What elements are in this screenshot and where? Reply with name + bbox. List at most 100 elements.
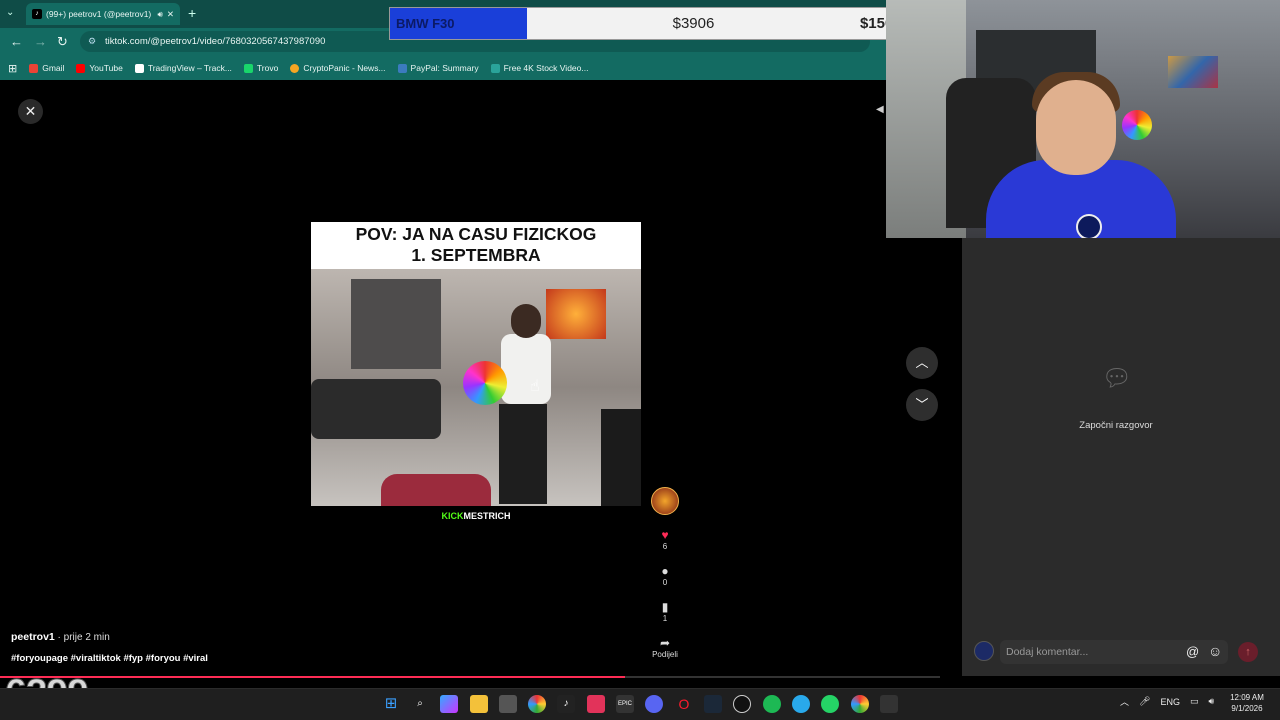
- heart-icon: ♥: [661, 528, 669, 542]
- hand-cursor-icon: ☝: [530, 378, 540, 395]
- whatsapp-icon[interactable]: [821, 695, 839, 713]
- settings-app-icon[interactable]: [880, 695, 898, 713]
- author-name[interactable]: peetrov1: [11, 631, 55, 643]
- comment-button[interactable]: ● 0: [650, 564, 680, 587]
- network-icon[interactable]: ▭: [1190, 696, 1199, 707]
- scene-cushion: [381, 474, 491, 506]
- apps-grid-icon[interactable]: ⊞: [8, 62, 17, 75]
- like-button[interactable]: ♥ 6: [650, 528, 680, 551]
- post-time: · prije 2 min: [54, 632, 110, 643]
- telegram-icon[interactable]: [792, 695, 810, 713]
- tradingview-icon: [134, 63, 144, 73]
- previous-video-button[interactable]: ︿: [906, 347, 938, 379]
- url-text: tiktok.com/@peetrov1/video/7680320567437…: [105, 36, 326, 47]
- bookmarks-bar: ⊞ Gmail YouTube TradingView – Track... T…: [0, 56, 886, 80]
- epic-games-icon[interactable]: EPIC: [616, 695, 634, 713]
- video-progress-fill: [0, 676, 626, 678]
- spotify-icon[interactable]: [763, 695, 781, 713]
- site-info-icon[interactable]: ⚙: [88, 31, 96, 52]
- comments-panel: [962, 238, 1280, 676]
- forward-icon[interactable]: →: [34, 34, 47, 49]
- tiktok-favicon-icon: ♪: [32, 9, 42, 19]
- comment-count: 0: [662, 578, 668, 587]
- scene-person-head: [511, 304, 541, 338]
- mic-icon[interactable]: 🎤︎: [1139, 696, 1150, 707]
- scene-chair: [601, 409, 641, 506]
- close-video-button[interactable]: ✕: [18, 99, 43, 124]
- bookmark-paypal[interactable]: PayPal: Summary: [397, 63, 479, 73]
- share-button[interactable]: ➦ Podijeli: [650, 636, 680, 659]
- emoji-icon[interactable]: ☺: [1208, 643, 1222, 659]
- opera-icon[interactable]: O: [675, 695, 693, 713]
- steam-icon[interactable]: [704, 695, 722, 713]
- share-label: Podijeli: [652, 650, 678, 659]
- windows-start-icon[interactable]: ⊞: [382, 695, 400, 713]
- bookmark-icon: ▮: [661, 600, 669, 614]
- tab-close-icon[interactable]: ✕: [167, 9, 174, 20]
- copilot-icon[interactable]: [440, 695, 458, 713]
- gmail-icon: [29, 63, 39, 73]
- post-hashtags[interactable]: #foryoupage #viraltiktok #fyp #foryou #v…: [11, 653, 208, 664]
- system-tray: ︿ 🎤︎ ENG ▭ 🔊︎: [1120, 695, 1214, 708]
- scene-sofa: [311, 379, 441, 439]
- obs-icon[interactable]: [733, 695, 751, 713]
- browser-tab[interactable]: ♪ (99+) peetrov1 (@peetrov1) 🔊︎ ✕: [26, 3, 180, 25]
- chrome-icon[interactable]: [528, 695, 546, 713]
- my-avatar: [974, 641, 994, 661]
- goal-current-amount: $3906: [672, 15, 715, 32]
- language-indicator[interactable]: ENG: [1160, 697, 1180, 707]
- system-clock[interactable]: 12:09 AM 9/1/2026: [1222, 692, 1272, 714]
- empty-comments-text: Započni razgovor: [1079, 420, 1153, 431]
- back-icon[interactable]: ←: [10, 34, 23, 49]
- psg-logo-icon: [1076, 214, 1102, 238]
- caption-line-2: 1. SEPTEMBRA: [411, 245, 541, 265]
- trovo-icon: [243, 63, 253, 73]
- scene-fireplace-tv: [546, 289, 606, 339]
- bookmark-youtube[interactable]: YouTube: [76, 63, 123, 73]
- app-red-icon[interactable]: [587, 695, 605, 713]
- bookmark-cryptopanic[interactable]: CryptoPanic - News...: [290, 63, 386, 73]
- scene-person-legs: [499, 404, 547, 504]
- scene-person-torso: [501, 334, 551, 404]
- save-button[interactable]: ▮ 1: [650, 600, 680, 623]
- save-count: 1: [662, 614, 668, 623]
- paypal-icon: [397, 63, 407, 73]
- cryptopanic-icon: [290, 63, 300, 73]
- speaker-icon[interactable]: 🔊︎: [1208, 696, 1214, 707]
- tab-audio-icon[interactable]: 🔊︎: [158, 9, 163, 20]
- kick-watermark: KICKMESTRICH: [441, 511, 511, 521]
- like-count: 6: [662, 542, 668, 551]
- tray-overflow-icon[interactable]: ︿: [1120, 695, 1129, 708]
- reload-icon[interactable]: ↻: [57, 34, 68, 50]
- chrome-active-icon[interactable]: [851, 695, 869, 713]
- cam-prize-wheel: [1122, 110, 1152, 140]
- bookmark-tradingview[interactable]: TradingView – Track...: [134, 63, 232, 73]
- volume-icon[interactable]: ◀: [876, 104, 886, 118]
- new-tab-button[interactable]: +: [188, 5, 196, 21]
- creator-avatar[interactable]: [651, 487, 679, 515]
- bookmark-stock-video[interactable]: Free 4K Stock Video...: [490, 63, 588, 73]
- video-player[interactable]: POV: JA NA CASU FIZICKOG 1. SEPTEMBRA: [311, 222, 641, 506]
- next-video-button[interactable]: ﹀: [906, 389, 938, 421]
- stock-video-icon: [490, 63, 500, 73]
- send-comment-button[interactable]: ↑: [1238, 642, 1258, 662]
- tab-title: (99+) peetrov1 (@peetrov1): [46, 9, 152, 19]
- scene-window: [351, 279, 441, 369]
- tiktok-icon[interactable]: ♪: [557, 695, 575, 713]
- webcam-overlay: [886, 0, 1280, 238]
- discord-icon[interactable]: [645, 695, 663, 713]
- clock-time: 12:09 AM: [1230, 693, 1264, 702]
- youtube-icon: [76, 63, 86, 73]
- comment-icon: ●: [661, 564, 669, 578]
- video-frame: [311, 269, 641, 506]
- bookmark-trovo[interactable]: Trovo: [243, 63, 278, 73]
- tab-search-icon[interactable]: ⌄: [6, 7, 14, 18]
- video-caption: POV: JA NA CASU FIZICKOG 1. SEPTEMBRA: [311, 224, 641, 266]
- file-explorer-icon[interactable]: [470, 695, 488, 713]
- bookmark-gmail[interactable]: Gmail: [29, 63, 64, 73]
- store-icon[interactable]: [499, 695, 517, 713]
- goal-label: BMW F30: [390, 8, 527, 39]
- mention-icon[interactable]: @: [1186, 644, 1199, 659]
- search-icon[interactable]: ⌕: [411, 695, 429, 713]
- cam-tv: [1168, 56, 1218, 88]
